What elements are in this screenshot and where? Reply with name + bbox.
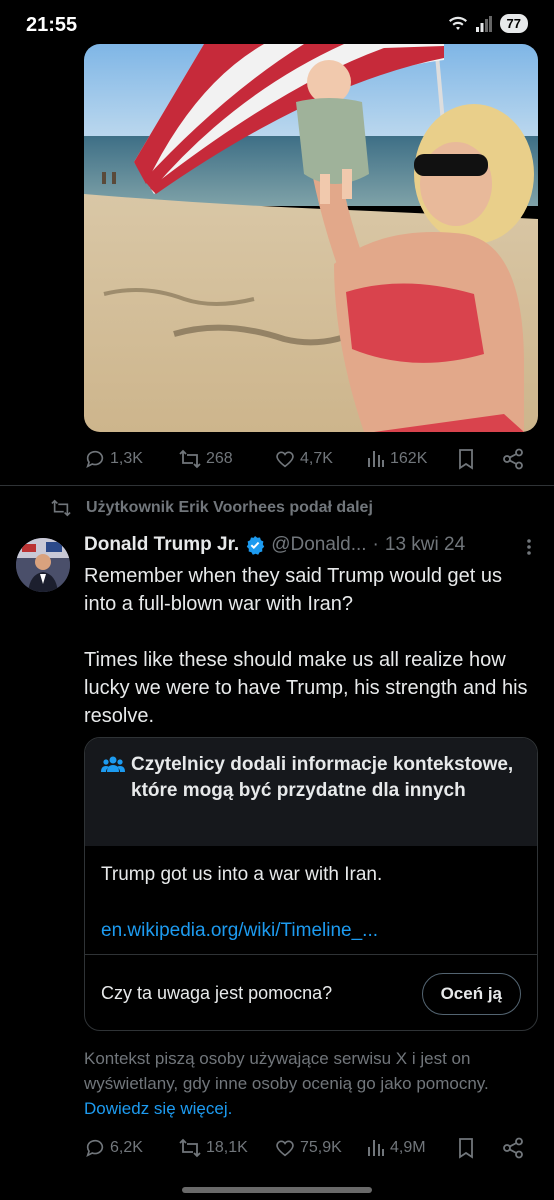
- like-button[interactable]: 75,9K: [274, 1137, 342, 1159]
- repost-count: 18,1K: [206, 1139, 248, 1156]
- community-note-footer: Czy ta uwaga jest pomocna? Oceń ją: [85, 954, 537, 1030]
- people-icon: [101, 752, 125, 832]
- views-button[interactable]: 4,9M: [366, 1138, 426, 1158]
- signal-icon: [475, 15, 492, 32]
- bookmark-button[interactable]: [456, 1137, 476, 1159]
- like-count: 4,7K: [300, 450, 333, 467]
- tweet-date[interactable]: 13 kwi 24: [385, 534, 465, 556]
- tweet-text: Remember when they said Trump would get …: [84, 562, 534, 730]
- views-icon: [368, 451, 384, 467]
- avatar-image: [16, 538, 70, 592]
- reply-count: 6,2K: [110, 1139, 143, 1156]
- home-indicator[interactable]: [182, 1187, 372, 1193]
- bookmark-icon: [459, 1138, 473, 1159]
- more-options-button[interactable]: [526, 538, 532, 561]
- tweet-paragraph-1: Remember when they said Trump would get …: [84, 565, 502, 615]
- share-icon: [503, 1137, 523, 1159]
- reply-count: 1,3K: [110, 450, 143, 467]
- repost-icon: [179, 449, 201, 469]
- author-name[interactable]: Donald Trump Jr.: [84, 534, 239, 556]
- status-bar: 21:55 77: [0, 0, 554, 44]
- more-vertical-icon: [527, 539, 531, 555]
- prev-tweet-actions: 1,3K 268 4,7K 162K: [84, 444, 538, 474]
- share-icon: [503, 448, 523, 470]
- wifi-icon: [448, 16, 468, 32]
- community-note-info-text: Kontekst piszą osoby używające serwisu X…: [84, 1049, 489, 1093]
- status-icons: 77: [448, 14, 528, 33]
- reply-button[interactable]: 1,3K: [84, 448, 143, 470]
- community-note-header: Czytelnicy dodali informacje kontekstowe…: [85, 738, 537, 846]
- heart-icon: [276, 1140, 294, 1157]
- community-note-body: Trump got us into a war with Iran. en.wi…: [85, 846, 537, 954]
- status-time: 21:55: [26, 14, 78, 36]
- views-count: 4,9M: [390, 1139, 426, 1156]
- views-button[interactable]: 162K: [366, 449, 427, 469]
- community-note-title: Czytelnicy dodali informacje kontekstowe…: [131, 754, 514, 801]
- repost-icon: [179, 1138, 201, 1158]
- tweet-actions: 6,2K 18,1K 75,9K 4,9M: [84, 1133, 538, 1163]
- repost-button[interactable]: 18,1K: [178, 1137, 248, 1159]
- avatar[interactable]: [16, 538, 70, 592]
- verified-badge-icon: [245, 535, 265, 555]
- learn-more-link[interactable]: Dowiedz się więcej.: [84, 1099, 232, 1118]
- community-note-link[interactable]: en.wikipedia.org/wiki/Timeline_...: [101, 918, 521, 944]
- reply-icon: [86, 1139, 104, 1157]
- views-count: 162K: [390, 450, 428, 467]
- repost-context[interactable]: Użytkownik Erik Voorhees podał dalej: [50, 498, 373, 518]
- community-note-info: Kontekst piszą osoby używające serwisu X…: [84, 1046, 524, 1121]
- battery-indicator: 77: [499, 14, 528, 33]
- tweet-divider: [0, 485, 554, 486]
- bookmark-button[interactable]: [456, 448, 476, 470]
- beach-photo-illustration: [84, 44, 538, 432]
- repost-context-text: Użytkownik Erik Voorhees podał dalej: [86, 499, 373, 516]
- repost-button[interactable]: 268: [178, 448, 233, 470]
- reply-button[interactable]: 6,2K: [84, 1137, 143, 1159]
- repost-icon: [51, 499, 71, 517]
- like-count: 75,9K: [300, 1139, 342, 1156]
- bookmark-icon: [459, 449, 473, 470]
- share-button[interactable]: [502, 1137, 524, 1159]
- tweet-header: Donald Trump Jr. @Donald... · 13 kwi 24: [84, 534, 465, 556]
- community-note-text: Trump got us into a war with Iran.: [101, 864, 383, 885]
- reply-icon: [86, 450, 104, 468]
- tweet-paragraph-2: Times like these should make us all real…: [84, 649, 528, 727]
- like-button[interactable]: 4,7K: [274, 448, 333, 470]
- views-icon: [368, 1140, 384, 1156]
- repost-count: 268: [206, 450, 233, 467]
- author-handle[interactable]: @Donald...: [271, 534, 366, 556]
- tweet-photo[interactable]: [84, 44, 538, 432]
- share-button[interactable]: [502, 448, 524, 470]
- rate-note-button[interactable]: Oceń ją: [421, 973, 521, 1015]
- header-separator: ·: [372, 534, 379, 555]
- heart-icon: [276, 451, 294, 468]
- community-note: Czytelnicy dodali informacje kontekstowe…: [84, 737, 538, 1031]
- helpful-question: Czy ta uwaga jest pomocna?: [101, 983, 333, 1003]
